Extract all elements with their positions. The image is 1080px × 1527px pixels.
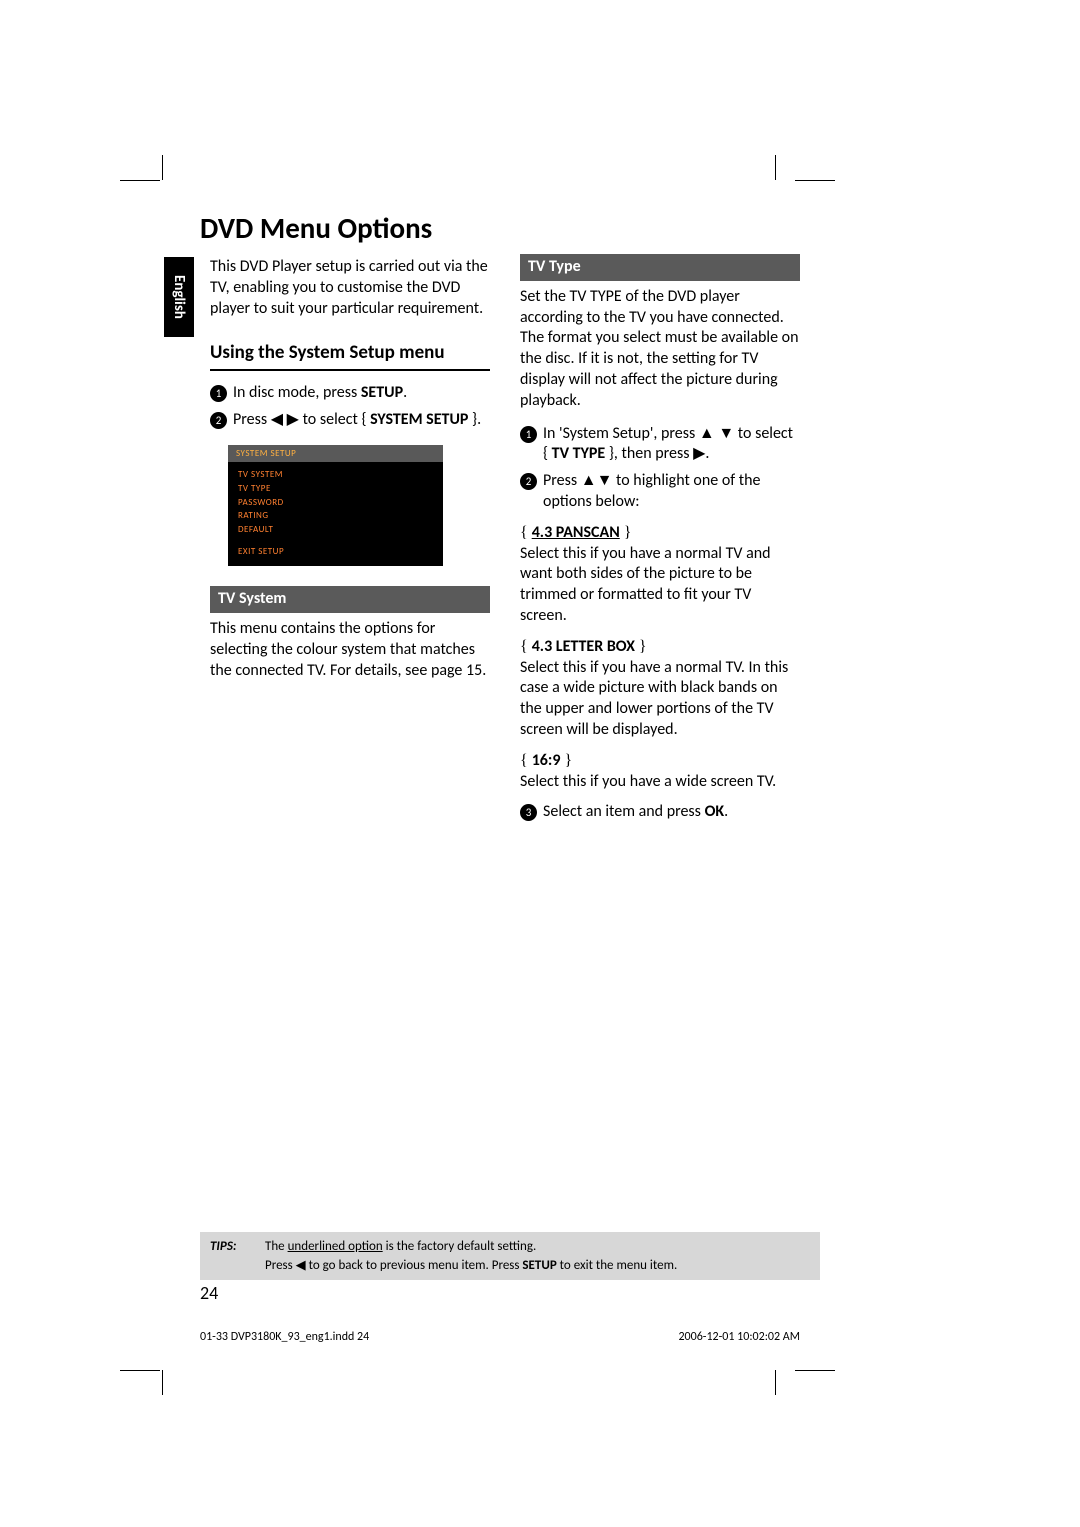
right-step-3: 3 Select an item and press OK.: [520, 802, 800, 823]
subheading-tv-type: TV Type: [520, 254, 800, 281]
step-2-body: Press ◀ ▶ to select { SYSTEM SETUP }.: [233, 410, 490, 431]
left-column: This DVD Player setup is carried out via…: [210, 257, 490, 682]
text-underline: underlined option: [288, 1239, 383, 1254]
option-letterbox: { 4.3 LETTER BOX }: [520, 637, 800, 658]
osd-item: TV SYSTEM: [228, 468, 443, 482]
text-fragment: In disc mode, press: [233, 383, 361, 402]
option-letterbox-body: Select this if you have a normal TV. In …: [520, 658, 800, 741]
crop-mark: [120, 1370, 160, 1371]
down-arrow-icon: ▼: [718, 425, 734, 442]
footer-right: 2006-12-01 10:02:02 AM: [678, 1330, 800, 1344]
tv-type-body: Set the TV TYPE of the DVD player accord…: [520, 287, 800, 412]
option-169: { 16:9 }: [520, 751, 800, 772]
text-fragment: }.: [468, 410, 481, 429]
language-tab: English: [164, 257, 194, 337]
text-fragment: Select an item and press: [543, 802, 705, 821]
right-step-1-body: In 'System Setup', press ▲ ▼ to select {…: [543, 424, 800, 466]
option-label: 4.3 LETTER BOX: [532, 637, 635, 656]
osd-header: SYSTEM SETUP: [228, 445, 443, 463]
option-169-body: Select this if you have a wide screen TV…: [520, 772, 800, 793]
crop-mark: [795, 1370, 835, 1371]
crop-mark: [120, 180, 160, 181]
text-bold: TV TYPE: [552, 444, 606, 463]
page-title: DVD Menu Options: [200, 210, 432, 246]
page: English DVD Menu Options This DVD Player…: [0, 0, 1080, 1527]
tips-box: TIPS: The underlined option is the facto…: [200, 1232, 820, 1280]
option-panscan: { 4.3 PANSCAN }: [520, 523, 800, 544]
text-fragment: .: [403, 383, 407, 402]
text-fragment: Press: [543, 471, 581, 490]
right-step-1: 1 In 'System Setup', press ▲ ▼ to select…: [520, 424, 800, 466]
right-column: TV Type Set the TV TYPE of the DVD playe…: [520, 254, 800, 829]
text-fragment: .: [705, 444, 709, 463]
footer: 01-33 DVP3180K_93_eng1.indd 24 2006-12-0…: [200, 1330, 800, 1344]
text-fragment: Press: [233, 410, 271, 429]
text-fragment: }, then press: [605, 444, 693, 463]
up-arrow-icon: ▲: [699, 425, 715, 442]
right-step-3-body: Select an item and press OK.: [543, 802, 800, 823]
page-number: 24: [200, 1282, 218, 1304]
crop-mark: [162, 155, 163, 180]
footer-left: 01-33 DVP3180K_93_eng1.indd 24: [200, 1330, 369, 1344]
option-label: 4.3 PANSCAN: [532, 523, 620, 542]
crop-mark: [775, 155, 776, 180]
right-arrow-icon: ▶: [693, 445, 705, 462]
step-1-body: In disc mode, press SETUP.: [233, 383, 490, 404]
osd-item: TV TYPE: [228, 482, 443, 496]
option-panscan-body: Select this if you have a normal TV and …: [520, 544, 800, 627]
text-bold: SETUP: [522, 1258, 556, 1273]
step-bullet-1: 1: [210, 385, 227, 402]
option-label: 16:9: [532, 751, 561, 770]
step-bullet-1: 1: [520, 426, 537, 443]
tips-label: TIPS:: [210, 1238, 265, 1274]
up-arrow-icon: ▲: [581, 472, 597, 489]
right-arrow-icon: ▶: [287, 411, 299, 428]
text-fragment: to go back to previous menu item. Press: [306, 1258, 523, 1273]
text-bold: SYSTEM SETUP: [370, 410, 468, 429]
right-step-2: 2 Press ▲▼ to highlight one of the optio…: [520, 471, 800, 513]
crop-mark: [162, 1370, 163, 1395]
osd-screenshot: SYSTEM SETUP TV SYSTEM TV TYPE PASSWORD …: [228, 445, 443, 567]
text-bold: OK: [705, 802, 725, 821]
text-fragment: The: [265, 1239, 288, 1254]
left-arrow-icon: ◀: [296, 1257, 306, 1272]
crop-mark: [775, 1370, 776, 1395]
left-arrow-icon: ◀: [271, 411, 283, 428]
text-bold: SETUP: [361, 383, 403, 402]
osd-item: PASSWORD: [228, 496, 443, 510]
step-2: 2 Press ◀ ▶ to select { SYSTEM SETUP }.: [210, 410, 490, 431]
text-fragment: In 'System Setup', press: [543, 424, 699, 443]
text-fragment: Press: [265, 1258, 296, 1273]
text-fragment: to select {: [299, 410, 370, 429]
tv-system-body: This menu contains the options for selec…: [210, 619, 490, 681]
section-heading-using: Using the System Setup menu: [210, 341, 490, 371]
text-fragment: to exit the menu item.: [557, 1258, 678, 1273]
step-bullet-2: 2: [210, 412, 227, 429]
step-1: 1 In disc mode, press SETUP.: [210, 383, 490, 404]
step-bullet-2: 2: [520, 473, 537, 490]
tips-body: The underlined option is the factory def…: [265, 1238, 810, 1274]
intro-text: This DVD Player setup is carried out via…: [210, 257, 490, 319]
osd-item: RATING: [228, 509, 443, 523]
text-fragment: is the factory default setting.: [383, 1239, 537, 1254]
down-arrow-icon: ▼: [597, 472, 613, 489]
crop-mark: [795, 180, 835, 181]
subheading-tv-system: TV System: [210, 586, 490, 613]
text-fragment: .: [724, 802, 728, 821]
osd-exit: EXIT SETUP: [228, 545, 443, 559]
right-step-2-body: Press ▲▼ to highlight one of the options…: [543, 471, 800, 513]
osd-item: DEFAULT: [228, 523, 443, 537]
step-bullet-3: 3: [520, 804, 537, 821]
